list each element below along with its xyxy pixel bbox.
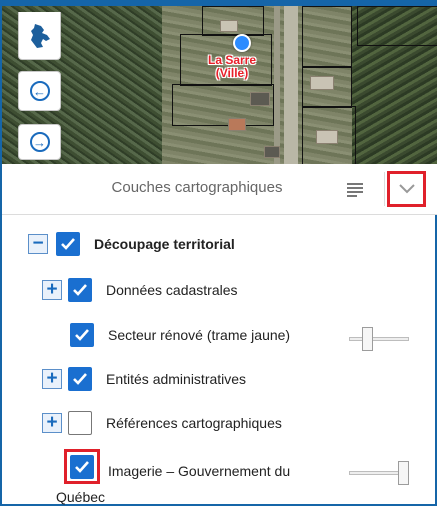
forward-button[interactable]: → [18, 124, 61, 160]
collapse-toggle-icon[interactable]: − [28, 234, 48, 254]
opacity-slider[interactable] [349, 461, 409, 485]
building [310, 76, 334, 90]
building [264, 146, 280, 158]
layer-row: + Données cadastrales [42, 278, 238, 302]
check-icon [61, 238, 75, 250]
layer-checkbox[interactable] [68, 278, 92, 302]
chevron-down-icon [398, 184, 415, 194]
expand-toggle-icon[interactable]: + [42, 413, 62, 433]
quebec-map-icon [30, 23, 50, 48]
layer-row: − Découpage territorial [28, 232, 235, 256]
building [250, 92, 270, 106]
layer-row: + Entités administratives [42, 367, 246, 391]
panel-title: Couches cartographiques [111, 179, 283, 196]
divider [384, 172, 385, 206]
list-icon[interactable] [347, 183, 363, 197]
slider-thumb[interactable] [362, 327, 373, 351]
check-icon [73, 284, 87, 296]
layer-label: Entités administratives [106, 371, 247, 387]
layers-panel-header: Couches cartographiques [2, 164, 437, 215]
layer-checkbox[interactable] [56, 232, 80, 256]
arrow-left-icon: ← [29, 81, 50, 101]
building [316, 130, 338, 144]
collapse-panel-button[interactable] [387, 171, 426, 207]
layer-label: Imagerie – Gouvernement du Québec [56, 463, 291, 505]
cadastral-parcel [302, 6, 352, 68]
layer-row: Secteur rénové (trame jaune) [70, 323, 290, 347]
check-icon [73, 373, 87, 385]
layer-row: + Références cartographiques [42, 411, 282, 435]
back-button[interactable]: ← [18, 71, 61, 111]
cadastral-parcel [357, 6, 437, 46]
arrow-right-icon: → [29, 132, 50, 152]
slider-thumb[interactable] [398, 461, 409, 485]
layer-checkbox[interactable] [68, 367, 92, 391]
map-road [284, 6, 298, 164]
building [228, 118, 246, 131]
map-road [274, 6, 280, 164]
opacity-slider[interactable] [349, 327, 409, 351]
layer-checkbox[interactable] [70, 323, 94, 347]
layer-label: Secteur rénové (trame jaune) [108, 327, 291, 343]
layer-checkbox[interactable] [68, 411, 92, 435]
check-icon [75, 329, 89, 341]
layer-label: Références cartographiques [106, 415, 282, 431]
layer-label: Données cadastrales [106, 282, 238, 298]
expand-toggle-icon[interactable]: + [42, 280, 62, 300]
place-label: La Sarre (Ville) [207, 53, 257, 80]
quebec-map-button[interactable] [18, 12, 61, 60]
location-marker[interactable] [233, 34, 251, 52]
layer-label: Découpage territorial [94, 236, 235, 252]
expand-toggle-icon[interactable]: + [42, 369, 62, 389]
map-view[interactable]: La Sarre (Ville) ← → [2, 6, 437, 164]
building [220, 20, 238, 32]
